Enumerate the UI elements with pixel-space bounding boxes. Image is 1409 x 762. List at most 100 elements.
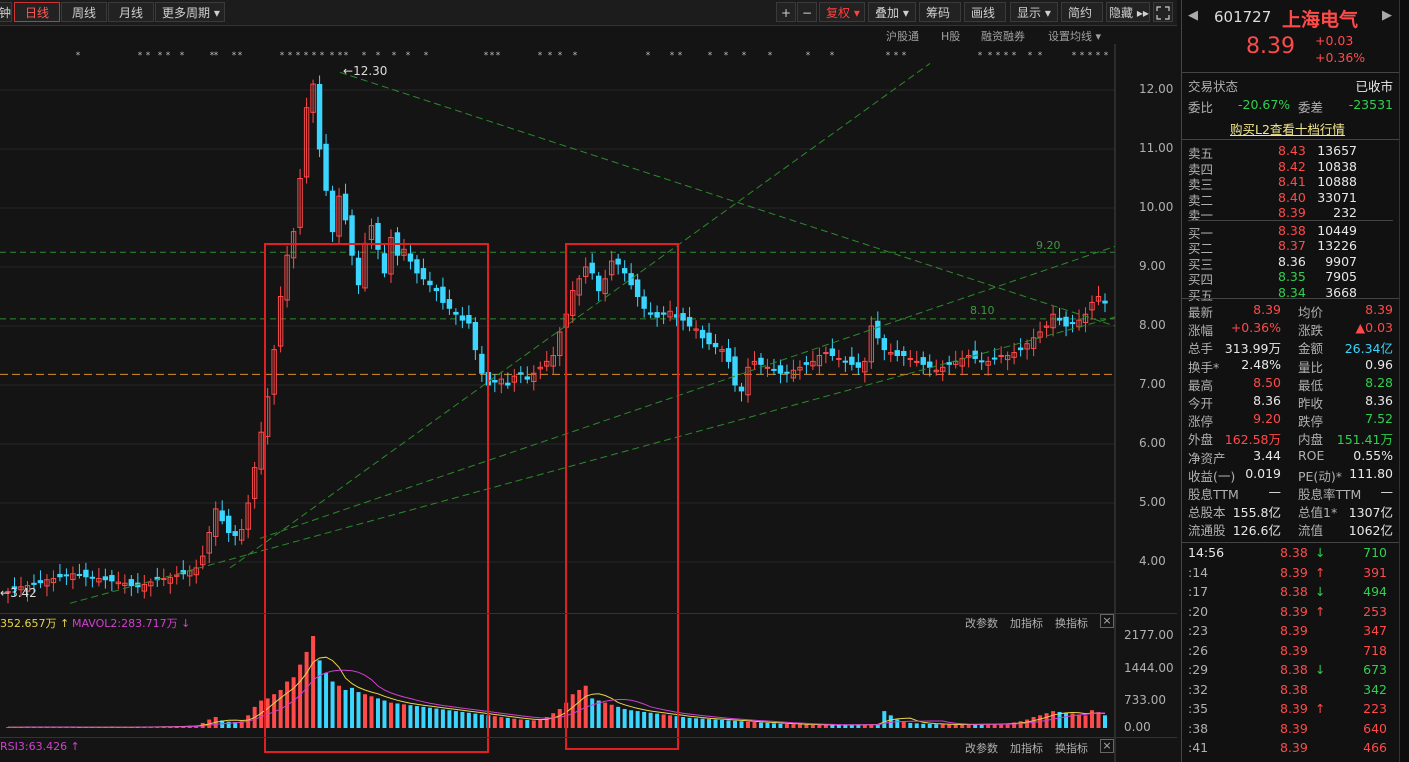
rsi-switch-indicator-button[interactable]: 换指标	[1055, 740, 1088, 756]
ask-row[interactable]: 卖三 8.41 10888	[1188, 174, 1393, 192]
hk-connect-link[interactable]: 沪股通	[886, 28, 919, 44]
price-tick-label: 8.00	[1139, 318, 1166, 332]
volume-bar	[758, 722, 763, 728]
level-label: 买五	[1188, 287, 1214, 303]
volume-bar	[324, 673, 329, 728]
zoom-out-button[interactable]: −	[797, 2, 817, 22]
stats-row: 净资产 3.44 ROE 0.55%	[1188, 447, 1393, 466]
ask-row[interactable]: 卖二 8.40 33071	[1188, 190, 1393, 208]
event-marker: *	[1104, 51, 1109, 61]
event-marker: *	[1004, 51, 1009, 61]
candle-body	[414, 259, 420, 274]
event-marker: *	[166, 51, 171, 61]
ma-settings-dropdown[interactable]: 设置均线 ▾	[1048, 28, 1101, 44]
adjust-dropdown[interactable]: 复权 ▾	[819, 2, 865, 22]
next-stock-icon[interactable]: ▶	[1382, 8, 1392, 23]
ask-row[interactable]: 卖一 8.39 232	[1188, 205, 1393, 223]
mavol2-line	[8, 669, 1105, 728]
candle-body	[375, 222, 381, 250]
stats-row: 收益(一) 0.019 PE(动)* 111.80	[1188, 465, 1393, 484]
tab-daily[interactable]: 日线	[14, 2, 60, 22]
event-marker: *	[330, 51, 335, 61]
volume-bar	[888, 715, 893, 728]
draw-button[interactable]: 画线	[964, 2, 1006, 22]
chart-toolbar: 钟 日线 周线 月线 更多周期 ▾ + − 复权 ▾ 叠加 ▾ 筹码 画线 显示…	[0, 0, 1177, 26]
price-tick-label: 12.00	[1139, 82, 1174, 96]
period-tab-cut[interactable]: 钟	[0, 2, 12, 22]
overlay-dropdown[interactable]: 叠加 ▾	[868, 2, 916, 22]
rsi-close-icon[interactable]: ×	[1100, 739, 1114, 753]
event-marker: *	[742, 51, 747, 61]
display-dropdown[interactable]: 显示 ▾	[1010, 2, 1058, 22]
ask-row[interactable]: 卖五 8.43 13657	[1188, 143, 1393, 161]
candle-body	[37, 580, 44, 584]
volume-bar	[531, 720, 536, 728]
more-periods-dropdown[interactable]: 更多周期 ▾	[155, 2, 225, 22]
kline-chart[interactable]: * * * * * * * * * * * * * * * * * * * * * * * * * * * * * * * * * * * * * * * *…	[0, 44, 1177, 762]
price-change: +0.03	[1315, 33, 1354, 48]
level-volume: 10449	[1317, 222, 1357, 238]
l2-upgrade-link[interactable]: 购买L2查看十档行情	[1230, 119, 1345, 138]
add-indicator-button[interactable]: 加指标	[1010, 615, 1043, 631]
prev-stock-icon[interactable]: ◀	[1188, 8, 1198, 23]
bid-row[interactable]: 买四 8.35 7905	[1188, 269, 1393, 287]
candle-body	[595, 275, 602, 292]
close-icon[interactable]: ×	[1100, 614, 1114, 628]
zoom-in-button[interactable]: +	[776, 2, 796, 22]
candle-body	[680, 313, 686, 321]
volume-bar	[726, 720, 731, 728]
volume-bar	[635, 711, 640, 728]
candle-body	[978, 360, 985, 363]
event-marker: *	[978, 51, 983, 61]
trade-status-row: 交易状态 已收市	[1188, 79, 1393, 94]
rsi-label: RSI3:63.426 ↑	[0, 740, 80, 753]
tab-monthly[interactable]: 月线	[108, 2, 154, 22]
trend-line-up-2	[229, 63, 931, 569]
volume-bar	[369, 696, 374, 728]
level-price: 8.36	[1278, 253, 1306, 269]
switch-indicator-button[interactable]: 换指标	[1055, 615, 1088, 631]
event-marker: *	[1080, 51, 1085, 61]
volume-bar	[655, 713, 660, 728]
margin-trading-link[interactable]: 融资融券	[981, 28, 1025, 44]
candle-body	[1102, 300, 1108, 304]
stats-row: 外盘 162.58万 内盘 151.41万	[1188, 432, 1393, 448]
bid-row[interactable]: 买三 8.36 9907	[1188, 253, 1393, 272]
candle-body	[479, 353, 485, 374]
tick-row: :14 8.39 ↑ 391	[1188, 564, 1387, 580]
stats-row: 换手* 2.48% 量比 0.96	[1188, 356, 1393, 375]
h-share-link[interactable]: H股	[941, 28, 960, 44]
fullscreen-icon[interactable]	[1153, 2, 1173, 22]
volume-bar	[921, 723, 926, 728]
candle-body	[472, 321, 479, 351]
level-price: 8.41	[1278, 174, 1306, 189]
stats-row: 最新 8.39 均价 8.39	[1188, 302, 1393, 320]
simple-button[interactable]: 简约	[1061, 2, 1103, 22]
chips-button[interactable]: 筹码	[919, 2, 961, 22]
volume-bar	[447, 710, 452, 728]
volume-bar	[1103, 715, 1107, 728]
volume-bar	[765, 722, 770, 728]
ref-line-label-1: 9.20	[1036, 239, 1061, 252]
rsi-add-indicator-button[interactable]: 加指标	[1010, 740, 1043, 756]
event-marker: *	[548, 51, 553, 61]
volume-bar	[687, 717, 692, 728]
candle-body	[225, 515, 232, 533]
volume-bar	[1083, 715, 1088, 728]
candlesticks	[5, 75, 1108, 604]
ask-row[interactable]: 卖四 8.42 10838	[1188, 159, 1393, 177]
tick-row: :32 8.38 342	[1188, 681, 1387, 697]
bid-row[interactable]: 买一 8.38 10449	[1188, 222, 1393, 241]
bid-row[interactable]: 买二 8.37 13226	[1188, 238, 1393, 256]
volume-bar	[668, 715, 673, 728]
volume-bar	[577, 689, 582, 728]
hide-button[interactable]: 隐藏 ▸▸	[1106, 2, 1150, 22]
rsi-edit-params-button[interactable]: 改参数	[965, 740, 998, 756]
volume-bar	[356, 692, 361, 728]
edit-params-button[interactable]: 改参数	[965, 615, 998, 631]
level-price: 8.43	[1278, 143, 1306, 158]
event-marker: *	[496, 51, 501, 61]
tab-weekly[interactable]: 周线	[61, 2, 107, 22]
volume-bar	[408, 705, 413, 728]
event-marker: *	[1012, 51, 1017, 61]
